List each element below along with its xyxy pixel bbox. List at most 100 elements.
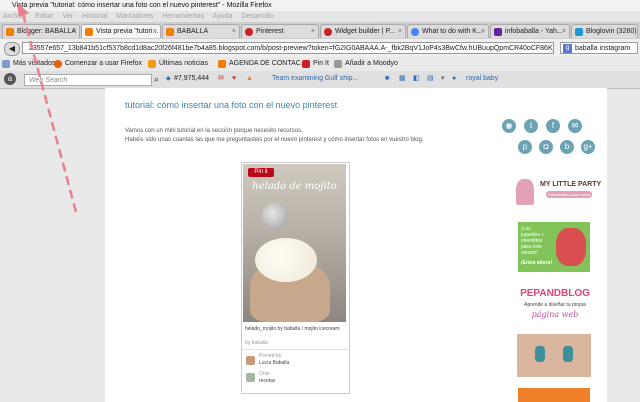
tattoo-photo[interactable] (517, 334, 591, 377)
user-icon[interactable]: ● (452, 73, 456, 85)
bookmark-label: Últimas noticias (159, 60, 209, 67)
heart-icon[interactable]: ♥ (232, 73, 236, 85)
toys-ad[interactable]: ¡Los juguetes + divertidos para este ver… (518, 222, 590, 272)
menu-help[interactable]: Ayuda (213, 13, 233, 20)
menu-history[interactable]: Historial (82, 13, 107, 20)
bookmark-most-visited[interactable]: Más visitados (2, 59, 55, 69)
close-icon[interactable]: × (311, 25, 315, 38)
yahoo-icon (494, 28, 502, 36)
tab-preview[interactable]: Vista previa "tutori... × (81, 24, 161, 38)
bookmark-pin-it[interactable]: Pin It (302, 59, 329, 69)
search-input[interactable]: g baballa instagram (560, 42, 638, 54)
tab-label: Pinterest (256, 28, 284, 35)
url-input[interactable]: 23557e657_13b841b51cf537b8cd1d8ac20f26f4… (22, 42, 554, 54)
pin-it-button[interactable]: Pin it (248, 168, 274, 177)
web-search-input[interactable]: Web Search (24, 74, 152, 86)
google-icon: g (563, 44, 572, 53)
menu-tools[interactable]: Herramientas (162, 13, 204, 20)
mail-icon[interactable]: ✉ (218, 73, 224, 85)
menu-dev[interactable]: Desarrollo (241, 13, 273, 20)
close-icon[interactable]: × (153, 25, 157, 38)
tab-bloglovin[interactable]: Bloglovin (3260) (571, 24, 638, 38)
rss-icon[interactable]: ◉ (502, 119, 516, 133)
royal-link[interactable]: royal baby (466, 73, 498, 85)
page-icon (334, 60, 342, 68)
onto-board[interactable]: recetas (259, 378, 275, 384)
search-value: baballa instagram (575, 45, 631, 52)
close-icon[interactable]: × (562, 25, 566, 38)
pin-via: by baballa (245, 340, 268, 346)
calendar-icon[interactable]: ▤ (427, 73, 434, 85)
tattoo-mark (535, 346, 545, 362)
menu-bookmarks[interactable]: Marcadores (116, 13, 153, 20)
close-icon[interactable]: × (72, 25, 76, 38)
tab-baballa[interactable]: BABALLA × (162, 24, 240, 38)
bookmark-label: Añadir a Moodyo (345, 60, 398, 67)
tab-blogger[interactable]: Blogger: BABALLA × (2, 24, 80, 38)
search-icon[interactable]: ⌕ (154, 73, 159, 85)
pinned-by-name[interactable]: Lucía Baballa (259, 360, 289, 366)
tab-pinterest[interactable]: Pinterest × (241, 24, 319, 38)
bloglovin-icon[interactable]: b (560, 140, 574, 154)
tab-label: BABALLA (177, 28, 209, 35)
blogger-icon (6, 28, 14, 36)
toys-ad-cta[interactable]: ¡Entra ahora! (521, 260, 552, 266)
board-thumb[interactable] (246, 373, 255, 382)
tab-what-to-do[interactable]: What to do with K... × (407, 24, 489, 38)
tab-label: What to do with K... (422, 28, 483, 35)
close-icon[interactable]: × (481, 25, 485, 38)
bookmark-label: AGENDA DE CONTAC... (229, 60, 307, 67)
bookmark-label: Comenzar a usar Firefox (65, 60, 143, 67)
pepandblog-line1: Aprende a diseñar tu propia (524, 302, 586, 308)
count-icon: ◆ (166, 76, 171, 82)
bookmark-get-started[interactable]: Comenzar a usar Firefox (54, 59, 142, 69)
close-icon[interactable]: × (398, 25, 402, 38)
window-titlebar: Vista previa "tutorial: cómo insertar un… (0, 0, 640, 11)
tab-yahoo[interactable]: infobaballa - Yah... × (490, 24, 570, 38)
more-icon[interactable]: ▾ (441, 73, 445, 85)
grid-icon[interactable]: ▦ (399, 73, 406, 85)
avatar[interactable] (246, 356, 255, 365)
menu-bar: Archivo Editar Ver Historial Marcadores … (0, 11, 640, 22)
toy-image (556, 228, 586, 266)
divider (242, 349, 347, 350)
menu-edit[interactable]: Editar (35, 13, 53, 20)
tab-strip: Blogger: BABALLA × Vista previa "tutori..… (0, 22, 640, 40)
close-icon[interactable]: × (232, 25, 236, 38)
rss-icon (148, 60, 156, 68)
pepandblog-banner[interactable]: PEPANDBLOG Aprende a diseñar tu propia p… (512, 285, 598, 327)
pepandblog-title: PEPANDBLOG (520, 288, 590, 299)
tab-widget-builder[interactable]: Widget builder | P... × (320, 24, 406, 38)
menu-view[interactable]: Ver (63, 13, 74, 20)
bookmark-label: Pin It (313, 60, 329, 67)
tab-label: Widget builder | P... (335, 28, 396, 35)
fire-icon[interactable]: ▲ (246, 73, 253, 85)
pinterest-icon (324, 28, 332, 36)
toolbar-logo-icon[interactable]: a (4, 73, 16, 85)
bookmark-latest-news[interactable]: Últimas noticias (148, 59, 208, 69)
stat-count[interactable]: #7,975,444 (174, 73, 209, 85)
facebook-icon[interactable]: f (546, 119, 560, 133)
onto-label: Onto (259, 371, 270, 377)
instagram-icon[interactable]: ◘ (539, 140, 553, 154)
menu-file[interactable]: Archivo (0, 13, 26, 20)
googleplus-icon[interactable]: g+ (581, 140, 595, 154)
firefox-icon (54, 60, 62, 68)
email-icon[interactable]: ✉ (568, 119, 582, 133)
tag-icon[interactable]: ◧ (413, 73, 420, 85)
bloglovin-icon (575, 28, 583, 36)
bookmark-agenda[interactable]: AGENDA DE CONTAC... (218, 59, 307, 69)
news-link[interactable]: Team examining Gulf ship... (272, 73, 358, 85)
back-arrow-icon[interactable]: ◀ (4, 42, 20, 56)
pinterest-icon[interactable]: p (518, 140, 532, 154)
my-little-party-banner[interactable]: MY LITTLE PARTY Cumpleaños para niños (512, 175, 601, 210)
twitter-icon[interactable]: t (524, 119, 538, 133)
ice-cream-ball (255, 238, 317, 282)
bookmark-moodyo[interactable]: Añadir a Moodyo (334, 59, 398, 69)
orange-banner[interactable] (518, 388, 590, 402)
pin-script-title: helado de mojito (252, 181, 337, 192)
blogger-icon (218, 60, 226, 68)
star-icon[interactable]: ■ (385, 73, 389, 85)
tattoo-mark (563, 346, 573, 362)
tab-label: Bloglovin (3260) (586, 28, 637, 35)
